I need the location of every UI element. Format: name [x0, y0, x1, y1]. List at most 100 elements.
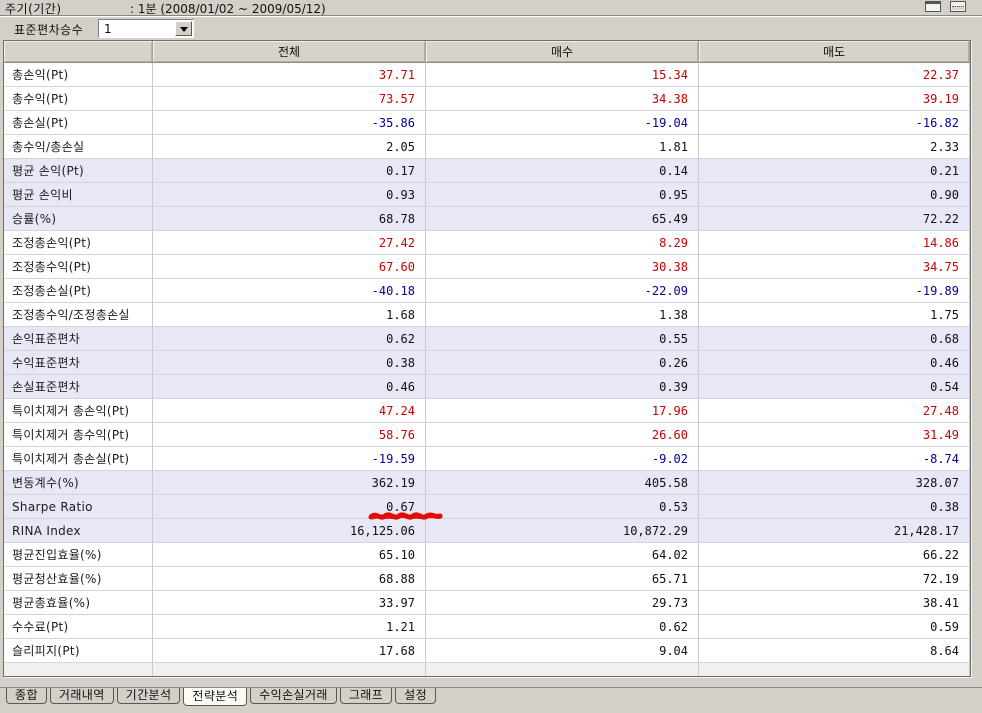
row-label: 수익표준편차 [4, 351, 153, 375]
row-label: 손익표준편차 [4, 327, 153, 351]
cell-value: 0.62 [426, 615, 699, 639]
window-close-icon[interactable] [950, 1, 966, 12]
cell-value: 64.02 [426, 543, 699, 567]
column-header-sell: 매도 [699, 41, 970, 62]
cell-value: 0.14 [426, 159, 699, 183]
cell-value: -40.18 [153, 279, 426, 303]
window-restore-icon[interactable] [925, 1, 941, 12]
row-label: 조정총수익(Pt) [4, 255, 153, 279]
cell-value: 0.55 [426, 327, 699, 351]
cell-value: 68.88 [153, 567, 426, 591]
cell-value: 0.38 [699, 495, 970, 519]
table-row: 손실표준편차0.460.390.54 [4, 375, 970, 399]
row-label: 슬리피지(Pt) [4, 639, 153, 663]
tab-종합[interactable]: 종합 [6, 688, 47, 704]
cell-value: 0.95 [426, 183, 699, 207]
cell-value: 73.57 [153, 87, 426, 111]
cell-value: 27.48 [699, 399, 970, 423]
table-filler-row [4, 663, 970, 676]
row-label: 승률(%) [4, 207, 153, 231]
row-label: 평균 손익비 [4, 183, 153, 207]
cell-value: -16.82 [699, 111, 970, 135]
cell-value: 33.97 [153, 591, 426, 615]
cell-value: 21,428.17 [699, 519, 970, 543]
row-label: 조정총손익(Pt) [4, 231, 153, 255]
tab-수익손실거래[interactable]: 수익손실거래 [250, 688, 337, 704]
row-label: RINA Index [4, 519, 153, 543]
cell-value: 16,125.06 [153, 519, 426, 543]
window-buttons [925, 1, 966, 12]
cell-value: 30.38 [426, 255, 699, 279]
cell-value: 65.71 [426, 567, 699, 591]
table-body: 총손익(Pt)37.7115.3422.37총수익(Pt)73.5734.383… [4, 63, 970, 663]
cell-value: 72.19 [699, 567, 970, 591]
cell-value: 2.33 [699, 135, 970, 159]
cell-value: 66.22 [699, 543, 970, 567]
cell-value: 26.60 [426, 423, 699, 447]
cell-value: 17.68 [153, 639, 426, 663]
table-row: 손익표준편차0.620.550.68 [4, 327, 970, 351]
row-label: 특이치제거 총수익(Pt) [4, 423, 153, 447]
table-row: 조정총손실(Pt)-40.18-22.09-19.89 [4, 279, 970, 303]
cell-value: 34.75 [699, 255, 970, 279]
cell-value: 9.04 [426, 639, 699, 663]
table-header-row: 전체 매수 매도 [4, 41, 970, 63]
stddev-multiplier-select[interactable]: 1 [98, 19, 194, 38]
cell-value: 14.86 [699, 231, 970, 255]
row-label: 특이치제거 총손실(Pt) [4, 447, 153, 471]
cell-value: 1.68 [153, 303, 426, 327]
cell-value: 8.64 [699, 639, 970, 663]
table-row: 수익표준편차0.380.260.46 [4, 351, 970, 375]
cell-value: -19.59 [153, 447, 426, 471]
table-row: 조정총손익(Pt)27.428.2914.86 [4, 231, 970, 255]
tab-거래내역[interactable]: 거래내역 [50, 688, 114, 704]
cell-value: 8.29 [426, 231, 699, 255]
cell-value: 0.90 [699, 183, 970, 207]
row-label: 평균청산효율(%) [4, 567, 153, 591]
column-header-total: 전체 [153, 41, 426, 62]
cell-value: 17.96 [426, 399, 699, 423]
table-row: 승률(%)68.7865.4972.22 [4, 207, 970, 231]
cell-value: 0.39 [426, 375, 699, 399]
cell-value: 0.67 [153, 495, 426, 519]
row-label: 변동계수(%) [4, 471, 153, 495]
table-row: 총손실(Pt)-35.86-19.04-16.82 [4, 111, 970, 135]
table-row: RINA Index16,125.0610,872.2921,428.17 [4, 519, 970, 543]
table-row: 평균총효율(%)33.9729.7338.41 [4, 591, 970, 615]
cell-value: 328.07 [699, 471, 970, 495]
cell-value: 1.21 [153, 615, 426, 639]
combobox-drop-button[interactable] [175, 21, 192, 36]
table-row: 총손익(Pt)37.7115.3422.37 [4, 63, 970, 87]
table-row: 평균청산효율(%)68.8865.7172.19 [4, 567, 970, 591]
cell-value: -9.02 [426, 447, 699, 471]
cell-value: -19.89 [699, 279, 970, 303]
tab-기간분석[interactable]: 기간분석 [117, 688, 181, 704]
tab-그래프[interactable]: 그래프 [340, 688, 392, 704]
statistics-table: 전체 매수 매도 총손익(Pt)37.7115.3422.37총수익(Pt)73… [3, 40, 971, 677]
cell-value: 15.34 [426, 63, 699, 87]
cell-value: 0.46 [153, 375, 426, 399]
table-row: 평균 손익(Pt)0.170.140.21 [4, 159, 970, 183]
chevron-down-icon [180, 27, 188, 36]
tab-설정[interactable]: 설정 [395, 688, 436, 704]
cell-value: 37.71 [153, 63, 426, 87]
tab-전략분석[interactable]: 전략분석 [183, 688, 247, 706]
control-bar: 표준편차승수 1 [0, 17, 982, 40]
row-label: 평균 손익(Pt) [4, 159, 153, 183]
row-label: 평균총효율(%) [4, 591, 153, 615]
row-label: 총손실(Pt) [4, 111, 153, 135]
cell-value: 72.22 [699, 207, 970, 231]
cell-value: 0.17 [153, 159, 426, 183]
column-header-buy: 매수 [426, 41, 699, 62]
cell-value: 22.37 [699, 63, 970, 87]
table-row: 조정총수익(Pt)67.6030.3834.75 [4, 255, 970, 279]
cell-value: 0.62 [153, 327, 426, 351]
cell-value: 38.41 [699, 591, 970, 615]
cell-value: 39.19 [699, 87, 970, 111]
cell-value: 0.59 [699, 615, 970, 639]
cell-value: 0.54 [699, 375, 970, 399]
cell-value: 0.93 [153, 183, 426, 207]
cell-value: 0.26 [426, 351, 699, 375]
cell-value: 0.21 [699, 159, 970, 183]
row-label: 수수료(Pt) [4, 615, 153, 639]
